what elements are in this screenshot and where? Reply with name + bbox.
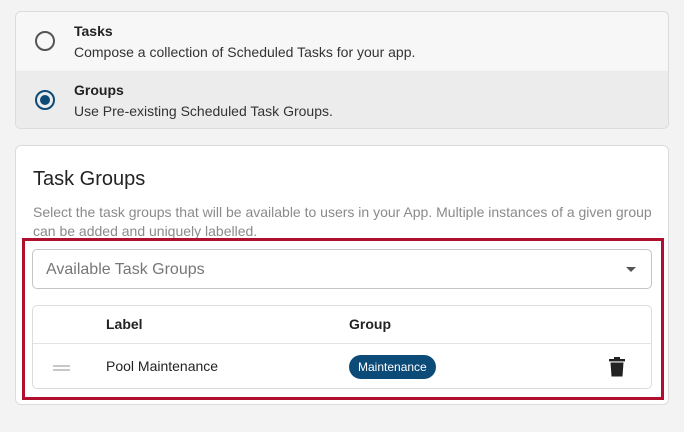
option-groups-description: Use Pre-existing Scheduled Task Groups. — [74, 103, 333, 119]
source-options: Tasks Compose a collection of Scheduled … — [15, 11, 669, 129]
option-tasks-description: Compose a collection of Scheduled Tasks … — [74, 44, 416, 60]
option-tasks[interactable]: Tasks Compose a collection of Scheduled … — [16, 12, 668, 70]
radio-groups-icon[interactable] — [35, 90, 55, 110]
radio-tasks-icon[interactable] — [35, 31, 55, 51]
option-tasks-title: Tasks — [74, 23, 113, 39]
option-groups[interactable]: Groups Use Pre-existing Scheduled Task G… — [16, 71, 668, 128]
option-groups-title: Groups — [74, 82, 124, 98]
highlight-frame — [22, 238, 664, 400]
task-groups-description: Select the task groups that will be avai… — [33, 204, 652, 239]
task-groups-title: Task Groups — [33, 168, 146, 190]
